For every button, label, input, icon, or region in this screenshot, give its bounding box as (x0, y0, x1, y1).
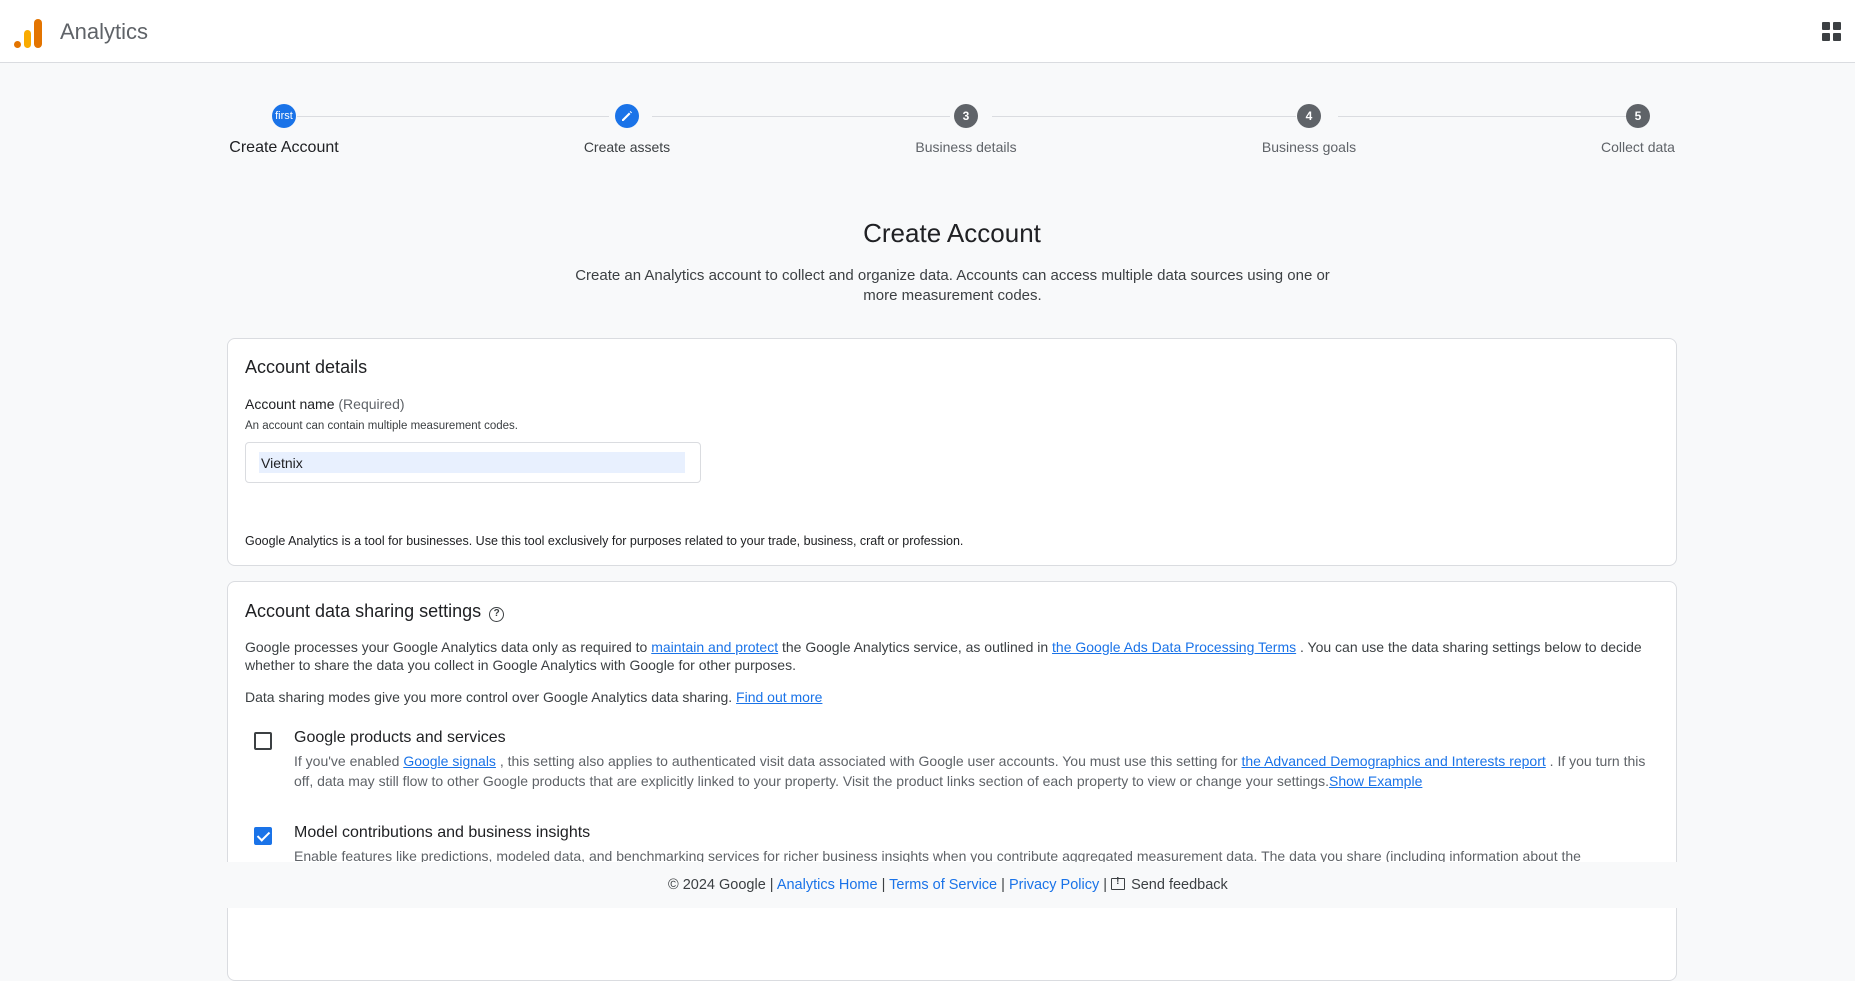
show-example-link[interactable]: Show Example (1329, 773, 1422, 789)
option-title: Model contributions and business insight… (294, 824, 590, 842)
required-tag: (Required) (338, 396, 404, 412)
help-circle-icon[interactable]: ? (489, 607, 504, 622)
step-number: 5 (1626, 104, 1650, 128)
step-label: Create assets (527, 139, 727, 155)
step-number: 4 (1297, 104, 1321, 128)
page-footer: © 2024 Google | Analytics Home | Terms o… (0, 862, 1855, 908)
card-title: Account data sharing settings? (245, 601, 504, 622)
account-name-input[interactable] (259, 452, 685, 473)
google-signals-link[interactable]: Google signals (403, 753, 496, 769)
footer-links: © 2024 Google | Analytics Home | Terms o… (668, 877, 1228, 893)
app-title[interactable]: Analytics (60, 19, 148, 45)
account-details-card: Account details Account name (Required) … (227, 338, 1677, 566)
account-name-label: Account name (Required) (245, 396, 405, 412)
step-collect-data[interactable]: 5 Collect data (1538, 104, 1738, 155)
setup-stepper: first Create Account Create assets 3 Bus… (0, 100, 1855, 170)
page-description: Create an Analytics account to collect a… (560, 266, 1345, 306)
advanced-demographics-link[interactable]: the Advanced Demographics and Interests … (1241, 753, 1545, 769)
ads-data-processing-terms-link[interactable]: the Google Ads Data Processing Terms (1052, 639, 1296, 655)
step-business-goals[interactable]: 4 Business goals (1209, 104, 1409, 155)
step-create-assets[interactable]: Create assets (527, 104, 727, 155)
model-contributions-checkbox[interactable] (254, 827, 272, 845)
step-label: Collect data (1538, 139, 1738, 155)
maintain-and-protect-link[interactable]: maintain and protect (651, 639, 778, 655)
option-title: Google products and services (294, 729, 506, 747)
top-app-bar: Analytics (0, 0, 1855, 63)
step-label: Business details (866, 139, 1066, 155)
apps-grid-icon[interactable] (1822, 22, 1841, 41)
page-title: Create Account (227, 218, 1677, 249)
business-use-notice: Google Analytics is a tool for businesse… (245, 534, 963, 548)
step-number: 3 (954, 104, 978, 128)
data-sharing-modes-text: Data sharing modes give you more control… (245, 688, 1655, 706)
step-create-account[interactable]: first Create Account (184, 104, 384, 157)
account-name-hint: An account can contain multiple measurem… (245, 420, 518, 432)
copyright-text: © 2024 Google (668, 877, 766, 893)
feedback-icon (1111, 878, 1125, 890)
analytics-logo-icon[interactable] (14, 18, 42, 48)
data-processing-text: Google processes your Google Analytics d… (245, 638, 1655, 674)
option-description: If you've enabled Google signals , this … (294, 751, 1654, 791)
account-name-field[interactable] (245, 442, 701, 483)
step-label: Business goals (1209, 139, 1409, 155)
analytics-home-link[interactable]: Analytics Home (777, 877, 878, 893)
step-label: Create Account (184, 139, 384, 157)
terms-of-service-link[interactable]: Terms of Service (889, 877, 997, 893)
send-feedback-button[interactable]: Send feedback (1111, 877, 1228, 893)
privacy-policy-link[interactable]: Privacy Policy (1009, 877, 1099, 893)
step-business-details[interactable]: 3 Business details (866, 104, 1066, 155)
find-out-more-link[interactable]: Find out more (736, 689, 822, 705)
step-number: first (272, 104, 296, 128)
pencil-icon (615, 104, 639, 128)
google-products-checkbox[interactable] (254, 732, 272, 750)
card-title: Account details (245, 357, 367, 378)
data-sharing-card: Account data sharing settings? Google pr… (227, 581, 1677, 981)
